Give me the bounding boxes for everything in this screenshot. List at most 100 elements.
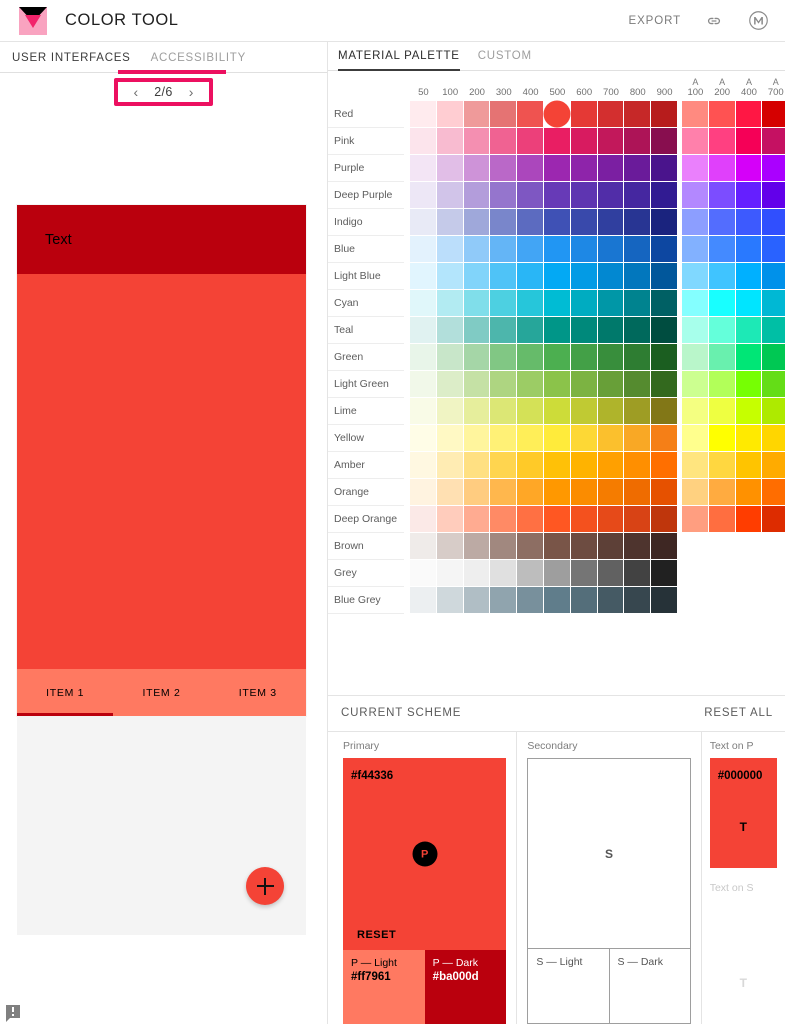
tab-material-palette[interactable]: MATERIAL PALETTE: [338, 50, 460, 70]
swatch-indigo-800[interactable]: [624, 209, 652, 237]
secondary-main-swatch[interactable]: S: [528, 759, 690, 949]
swatch-light-green-300[interactable]: [490, 371, 518, 399]
swatch-blue-400[interactable]: [517, 236, 544, 264]
swatch-brown-800[interactable]: [624, 533, 652, 561]
swatch-deep-purple-600[interactable]: [570, 182, 598, 210]
swatch-yellow-100[interactable]: [436, 425, 464, 453]
swatch-deep-orange-300[interactable]: [490, 506, 518, 534]
swatch-light-blue-a200[interactable]: [708, 263, 736, 291]
swatch-brown-500[interactable]: [543, 533, 571, 561]
swatch-cyan-500[interactable]: [543, 290, 571, 318]
swatch-deep-orange-50[interactable]: [410, 506, 437, 534]
swatch-indigo-200[interactable]: [463, 209, 491, 237]
swatch-cyan-700[interactable]: [597, 290, 625, 318]
swatch-indigo-100[interactable]: [436, 209, 464, 237]
swatch-yellow-a700[interactable]: [762, 425, 785, 453]
swatch-teal-100[interactable]: [436, 317, 464, 345]
preview-tab-item-1[interactable]: ITEM 1: [17, 687, 113, 699]
swatch-lime-500[interactable]: [543, 398, 571, 426]
swatch-teal-a700[interactable]: [762, 317, 785, 345]
swatch-green-400[interactable]: [517, 344, 544, 372]
swatch-teal-700[interactable]: [597, 317, 625, 345]
swatch-lime-100[interactable]: [436, 398, 464, 426]
swatch-teal-a100[interactable]: [681, 317, 709, 345]
swatch-light-green-600[interactable]: [570, 371, 598, 399]
swatch-cyan-800[interactable]: [624, 290, 652, 318]
swatch-grey-500[interactable]: [543, 560, 571, 588]
export-button[interactable]: EXPORT: [629, 15, 681, 27]
swatch-deep-orange-500[interactable]: [543, 506, 571, 534]
swatch-brown-300[interactable]: [490, 533, 518, 561]
swatch-light-blue-400[interactable]: [517, 263, 544, 291]
swatch-teal-a200[interactable]: [708, 317, 736, 345]
swatch-light-blue-300[interactable]: [490, 263, 518, 291]
swatch-pink-600[interactable]: [570, 128, 598, 156]
swatch-green-900[interactable]: [651, 344, 678, 372]
swatch-pink-50[interactable]: [410, 128, 437, 156]
primary-reset-button[interactable]: RESET: [357, 929, 396, 941]
swatch-blue-100[interactable]: [436, 236, 464, 264]
swatch-indigo-a100[interactable]: [681, 209, 709, 237]
swatch-pink-400[interactable]: [517, 128, 544, 156]
swatch-purple-a700[interactable]: [762, 155, 785, 183]
swatch-red-100[interactable]: [436, 101, 464, 129]
swatch-orange-a400[interactable]: [735, 479, 763, 507]
swatch-pink-800[interactable]: [624, 128, 652, 156]
swatch-red-500[interactable]: [543, 100, 571, 129]
swatch-amber-200[interactable]: [463, 452, 491, 480]
swatch-yellow-a400[interactable]: [735, 425, 763, 453]
swatch-teal-300[interactable]: [490, 317, 518, 345]
swatch-blue-600[interactable]: [570, 236, 598, 264]
swatch-deep-purple-300[interactable]: [490, 182, 518, 210]
swatch-purple-300[interactable]: [490, 155, 518, 183]
swatch-blue-grey-400[interactable]: [517, 587, 544, 615]
swatch-red-a400[interactable]: [735, 101, 763, 129]
reset-all-button[interactable]: RESET ALL: [704, 707, 773, 719]
swatch-orange-50[interactable]: [410, 479, 437, 507]
swatch-deep-orange-700[interactable]: [597, 506, 625, 534]
swatch-blue-grey-50[interactable]: [410, 587, 437, 615]
swatch-blue-a100[interactable]: [681, 236, 709, 264]
swatch-brown-400[interactable]: [517, 533, 544, 561]
swatch-grey-200[interactable]: [463, 560, 491, 588]
swatch-amber-400[interactable]: [517, 452, 544, 480]
swatch-blue-700[interactable]: [597, 236, 625, 264]
swatch-purple-a200[interactable]: [708, 155, 736, 183]
swatch-blue-grey-700[interactable]: [597, 587, 625, 615]
swatch-light-blue-a100[interactable]: [681, 263, 709, 291]
swatch-deep-purple-a100[interactable]: [681, 182, 709, 210]
swatch-purple-600[interactable]: [570, 155, 598, 183]
preview-tab-item-3[interactable]: ITEM 3: [210, 687, 306, 699]
swatch-purple-400[interactable]: [517, 155, 544, 183]
swatch-red-800[interactable]: [624, 101, 652, 129]
swatch-orange-a100[interactable]: [681, 479, 709, 507]
swatch-cyan-a200[interactable]: [708, 290, 736, 318]
swatch-orange-600[interactable]: [570, 479, 598, 507]
swatch-yellow-200[interactable]: [463, 425, 491, 453]
swatch-pink-200[interactable]: [463, 128, 491, 156]
swatch-green-100[interactable]: [436, 344, 464, 372]
swatch-deep-orange-200[interactable]: [463, 506, 491, 534]
swatch-yellow-50[interactable]: [410, 425, 437, 453]
swatch-light-blue-50[interactable]: [410, 263, 437, 291]
swatch-grey-50[interactable]: [410, 560, 437, 588]
primary-light-swatch[interactable]: P — Light #ff7961: [343, 950, 425, 1024]
swatch-amber-900[interactable]: [651, 452, 678, 480]
swatch-yellow-400[interactable]: [517, 425, 544, 453]
swatch-blue-200[interactable]: [463, 236, 491, 264]
swatch-indigo-900[interactable]: [651, 209, 678, 237]
swatch-lime-700[interactable]: [597, 398, 625, 426]
swatch-deep-orange-a700[interactable]: [762, 506, 785, 534]
swatch-teal-600[interactable]: [570, 317, 598, 345]
swatch-pink-a700[interactable]: [762, 128, 785, 156]
swatch-lime-800[interactable]: [624, 398, 652, 426]
swatch-purple-50[interactable]: [410, 155, 437, 183]
swatch-purple-500[interactable]: [543, 155, 571, 183]
swatch-lime-a700[interactable]: [762, 398, 785, 426]
swatch-amber-a100[interactable]: [681, 452, 709, 480]
swatch-pink-300[interactable]: [490, 128, 518, 156]
swatch-teal-200[interactable]: [463, 317, 491, 345]
swatch-blue-grey-100[interactable]: [436, 587, 464, 615]
swatch-purple-900[interactable]: [651, 155, 678, 183]
swatch-blue-grey-200[interactable]: [463, 587, 491, 615]
